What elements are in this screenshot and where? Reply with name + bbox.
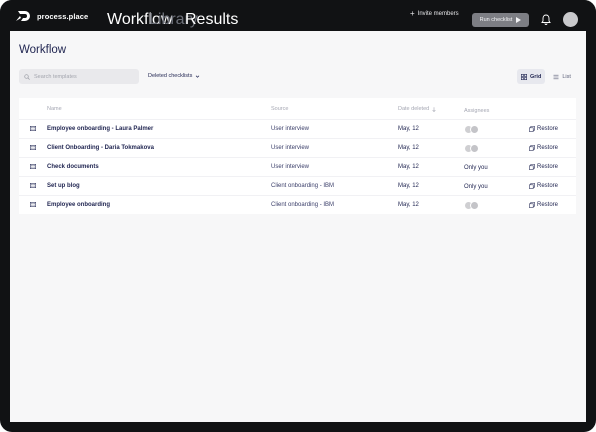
row-assignees (464, 125, 481, 134)
logo[interactable]: process.place (16, 10, 88, 22)
restore-button[interactable]: Restore (529, 145, 558, 151)
table-row[interactable]: Check documents User interview May, 12 O… (19, 157, 576, 176)
row-date-deleted: May, 12 (398, 164, 419, 170)
row-assignees: Only you (464, 183, 488, 190)
column-header-date-label: Date deleted (398, 106, 430, 112)
assignee-avatar (470, 201, 479, 210)
page-title: Workflow (19, 44, 67, 56)
document-icon (30, 164, 36, 169)
app-window: process.place Workflow Library Results +… (0, 0, 596, 432)
play-icon (516, 17, 522, 23)
restore-button[interactable]: Restore (529, 164, 558, 170)
row-name[interactable]: Client Onboarding - Daria Tokmakova (47, 145, 154, 151)
row-source: Client onboarding - IBM (271, 183, 335, 189)
table-header: Name Source Date deleted Assignees (19, 98, 576, 119)
deleted-checklists-dropdown[interactable]: Deleted checklists (148, 73, 200, 79)
row-source: User interview (271, 164, 310, 170)
table-row[interactable]: Client Onboarding - Daria Tokmakova User… (19, 138, 576, 157)
assignee-avatar (470, 144, 479, 153)
row-date-deleted: May, 12 (398, 183, 419, 189)
row-date-deleted: May, 12 (398, 202, 419, 208)
table-row[interactable]: Employee onboarding Client onboarding - … (19, 195, 576, 214)
main-content: Workflow Deleted checklists (10, 31, 586, 422)
document-icon (30, 145, 36, 150)
invite-members-label: Invite members (417, 11, 459, 17)
document-icon (30, 202, 36, 207)
document-icon (30, 126, 36, 131)
run-checklist-label: Run checklist (479, 17, 513, 23)
column-header-assignees[interactable]: Assignees (464, 108, 489, 114)
row-assignees (464, 201, 481, 210)
document-icon (30, 183, 36, 188)
search-input[interactable] (34, 73, 134, 80)
restore-label: Restore (537, 202, 559, 208)
restore-icon (529, 202, 535, 208)
assignee-avatars (464, 144, 481, 153)
row-source: Client onboarding - IBM (271, 202, 335, 208)
row-date-deleted: May, 12 (398, 126, 419, 132)
row-source: User interview (271, 126, 310, 132)
row-name[interactable]: Employee onboarding - Laura Palmer (47, 126, 153, 132)
restore-icon (529, 145, 535, 151)
search-icon (24, 73, 30, 80)
row-name[interactable]: Check documents (47, 164, 99, 170)
assignee-avatars (464, 125, 481, 134)
view-toggle: Grid List (517, 69, 575, 84)
restore-label: Restore (537, 183, 559, 189)
row-assignees: Only you (464, 164, 488, 171)
logo-icon (16, 11, 30, 21)
list-view-button[interactable]: List (549, 69, 575, 84)
invite-members-button[interactable]: + Invite members (410, 9, 459, 18)
list-view-label: List (562, 73, 571, 80)
table-row[interactable]: Set up blog Client onboarding - IBM May,… (19, 176, 576, 195)
restore-icon (529, 126, 535, 132)
row-name[interactable]: Employee onboarding (47, 202, 110, 208)
nav-results[interactable]: Results (185, 11, 238, 29)
chevron-down-icon (196, 75, 200, 78)
restore-label: Restore (537, 164, 559, 170)
restore-button[interactable]: Restore (529, 183, 558, 189)
table-row[interactable]: Employee onboarding - Laura Palmer User … (19, 119, 576, 138)
row-source: User interview (271, 145, 310, 151)
grid-view-label: Grid (530, 73, 542, 80)
assignee-avatars (464, 201, 481, 210)
grid-view-button[interactable]: Grid (517, 69, 546, 84)
row-date-deleted: May, 12 (398, 145, 419, 151)
app-name: process.place (37, 11, 89, 21)
column-header-source[interactable]: Source (271, 106, 288, 112)
plus-icon: + (410, 9, 415, 18)
grid-icon (521, 73, 527, 80)
restore-button[interactable]: Restore (529, 202, 558, 208)
restore-icon (529, 164, 535, 170)
search-box[interactable] (19, 69, 139, 84)
restore-icon (529, 183, 535, 189)
restore-label: Restore (537, 145, 559, 151)
restore-label: Restore (537, 126, 559, 132)
column-header-date-deleted[interactable]: Date deleted (398, 106, 436, 112)
row-assignees (464, 144, 481, 153)
assignee-avatar (470, 125, 479, 134)
list-icon (553, 74, 559, 79)
column-header-name[interactable]: Name (47, 106, 62, 112)
bell-icon[interactable] (541, 14, 551, 25)
run-checklist-button[interactable]: Run checklist (472, 13, 529, 27)
row-name[interactable]: Set up blog (47, 183, 80, 189)
deleted-checklists-label: Deleted checklists (148, 73, 193, 79)
sort-down-icon (432, 106, 436, 112)
restore-button[interactable]: Restore (529, 126, 558, 132)
avatar[interactable] (563, 12, 578, 27)
deleted-checklists-table: Name Source Date deleted Assignees Emplo… (19, 98, 576, 214)
top-bar: process.place Workflow Library Results +… (0, 0, 596, 31)
